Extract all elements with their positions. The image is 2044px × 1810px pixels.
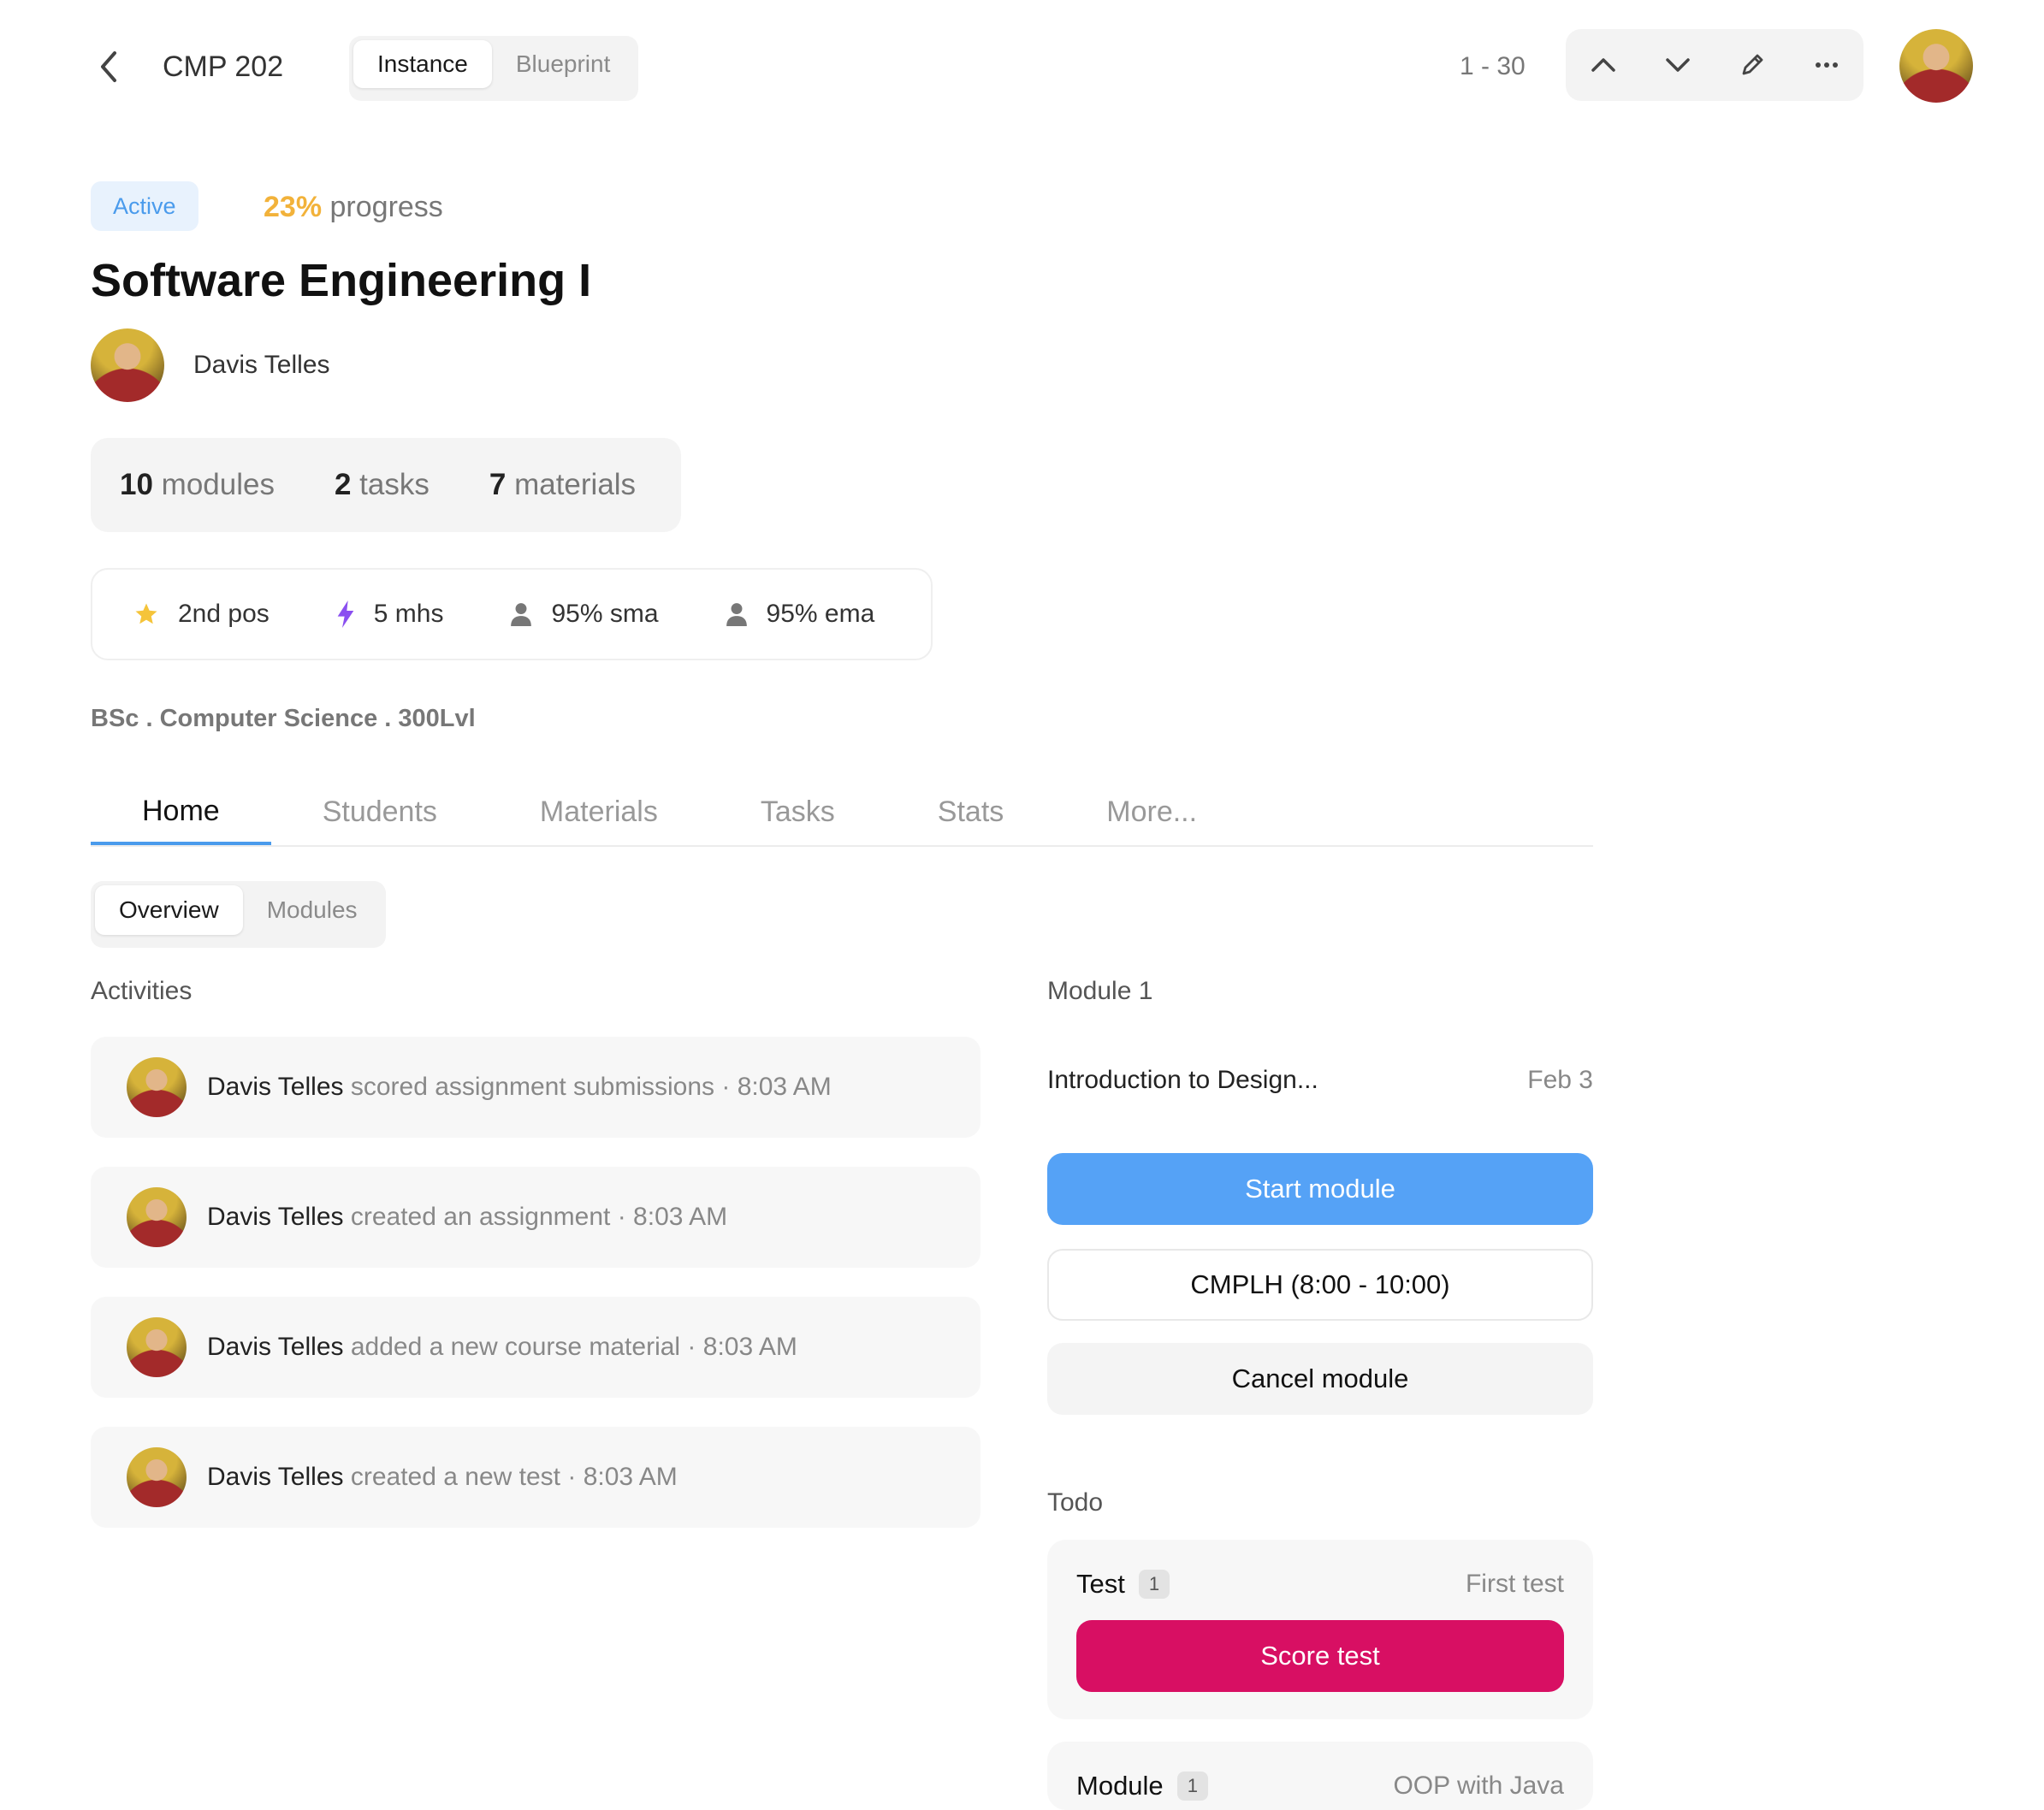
progress-percent: 23% — [264, 191, 323, 223]
previous-button[interactable] — [1566, 29, 1640, 101]
tab-home[interactable]: Home — [91, 780, 271, 845]
tab-stats[interactable]: Stats — [886, 780, 1055, 843]
chevron-left-icon — [101, 51, 116, 82]
activity-time: 8:03 AM — [702, 1333, 797, 1361]
chevron-down-icon — [1665, 58, 1690, 72]
todo-card: Test 1 First test Score test — [1047, 1540, 1593, 1719]
activity-time: 8:03 AM — [633, 1203, 728, 1231]
back-button[interactable] — [89, 43, 130, 91]
course-tabs: Home Students Materials Tasks Stats More… — [91, 780, 1593, 847]
next-button[interactable] — [1640, 29, 1715, 101]
todo-name: OOP with Java — [1393, 1772, 1564, 1800]
activity-actor: Davis Telles — [207, 1203, 344, 1231]
person-icon — [726, 603, 747, 626]
pencil-icon — [1742, 54, 1763, 75]
course-stats: 2nd pos 5 mhs 95% sma 95% ema — [91, 568, 933, 660]
activity-item[interactable]: Davis Telles created a new test · 8:03 A… — [91, 1427, 981, 1528]
more-icon — [1815, 62, 1838, 68]
count-modules: 10 modules — [120, 468, 275, 501]
todo-heading: Todo — [1047, 1488, 1104, 1517]
activity-item[interactable]: Davis Telles added a new course material… — [91, 1297, 981, 1398]
view-blueprint-tab[interactable]: Blueprint — [492, 40, 635, 88]
activity-avatar — [127, 1187, 187, 1247]
score-test-button[interactable]: Score test — [1076, 1620, 1564, 1692]
module-item[interactable]: Introduction to Design... Feb 3 — [1047, 1061, 1593, 1100]
stat-ema: 95% ema — [726, 600, 874, 629]
activity-action: created a new test — [350, 1463, 561, 1491]
activity-item[interactable]: Davis Telles scored assignment submissio… — [91, 1037, 981, 1138]
module-name: Introduction to Design... — [1047, 1066, 1318, 1094]
todo-count-badge: 1 — [1138, 1570, 1170, 1599]
lightning-icon — [337, 600, 354, 628]
activity-avatar — [127, 1057, 187, 1117]
edit-button[interactable] — [1715, 29, 1789, 101]
home-subtabs: Overview Modules — [91, 881, 386, 948]
owner-avatar — [91, 328, 164, 402]
subtab-overview[interactable]: Overview — [95, 885, 243, 935]
activities-heading: Activities — [91, 977, 193, 1005]
activity-action: created an assignment — [350, 1203, 611, 1231]
tab-more[interactable]: More... — [1055, 780, 1248, 843]
program-info: BSc . Computer Science . 300Lvl — [91, 705, 476, 732]
count-materials: 7 materials — [489, 468, 637, 501]
start-module-button[interactable]: Start module — [1047, 1153, 1593, 1225]
activity-actor: Davis Telles — [207, 1073, 344, 1101]
record-toolbar — [1566, 29, 1863, 101]
cancel-module-button[interactable]: Cancel module — [1047, 1343, 1593, 1415]
view-instance-tab[interactable]: Instance — [353, 40, 492, 88]
activity-avatar — [127, 1447, 187, 1507]
stat-mhs: 5 mhs — [336, 600, 443, 629]
progress-label: progress — [329, 191, 443, 223]
todo-count-badge: 1 — [1176, 1772, 1208, 1801]
todo-card: Module 1 OOP with Java — [1047, 1742, 1593, 1810]
course-title: Software Engineering I — [91, 255, 592, 306]
activity-actor: Davis Telles — [207, 1333, 344, 1361]
module-heading: Module 1 — [1047, 977, 1153, 1005]
todo-type: Module — [1076, 1771, 1164, 1801]
module-slot-button[interactable]: CMPLH (8:00 - 10:00) — [1047, 1249, 1593, 1321]
more-button[interactable] — [1789, 29, 1863, 101]
activity-time: 8:03 AM — [583, 1463, 678, 1491]
owner-name: Davis Telles — [193, 351, 330, 379]
user-avatar[interactable] — [1899, 29, 1973, 103]
activity-time: 8:03 AM — [737, 1073, 832, 1101]
progress-indicator: 23% progress — [264, 186, 443, 228]
activity-actor: Davis Telles — [207, 1463, 344, 1491]
module-date: Feb 3 — [1527, 1066, 1593, 1094]
todo-type: Test — [1076, 1569, 1125, 1599]
tab-tasks[interactable]: Tasks — [709, 780, 886, 843]
course-counts: 10 modules 2 tasks 7 materials — [91, 438, 681, 532]
stat-sma: 95% sma — [510, 600, 659, 629]
activity-action: scored assignment submissions — [350, 1073, 715, 1101]
tab-materials[interactable]: Materials — [489, 780, 709, 843]
view-toggle: Instance Blueprint — [349, 36, 639, 101]
activity-item[interactable]: Davis Telles created an assignment · 8:0… — [91, 1167, 981, 1268]
pager-range: 1 - 30 — [1460, 52, 1526, 80]
subtab-modules[interactable]: Modules — [243, 885, 382, 935]
status-badge: Active — [91, 181, 198, 231]
activity-action: added a new course material — [350, 1333, 681, 1361]
stat-position: 2nd pos — [133, 600, 270, 629]
activity-avatar — [127, 1317, 187, 1377]
tab-students[interactable]: Students — [271, 780, 489, 843]
course-code: CMP 202 — [163, 50, 284, 83]
count-tasks: 2 tasks — [334, 468, 430, 501]
todo-name: First test — [1465, 1570, 1564, 1598]
person-icon — [511, 603, 532, 626]
chevron-up-icon — [1591, 58, 1615, 72]
star-icon — [135, 603, 157, 624]
